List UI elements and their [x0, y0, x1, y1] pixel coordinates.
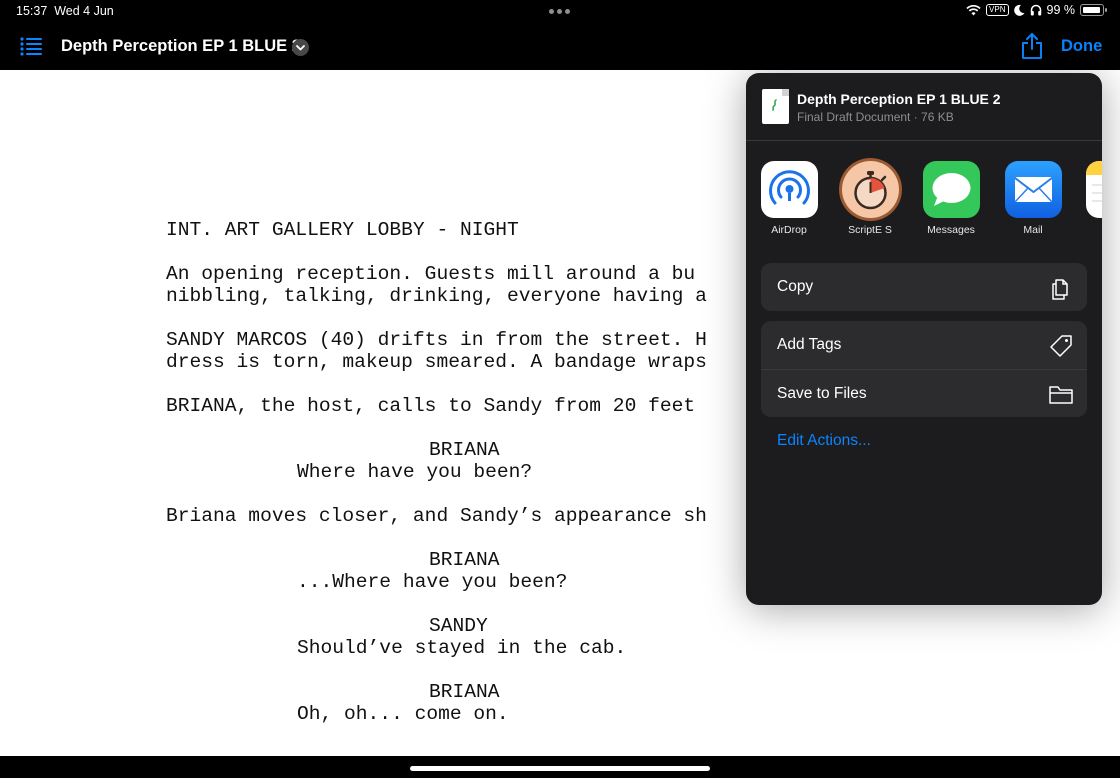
document-icon [762, 89, 789, 124]
headphones-icon [1030, 4, 1041, 16]
vpn-badge: VPN [986, 4, 1009, 16]
copy-group: Copy [761, 263, 1087, 311]
app-label: AirDrop [771, 224, 807, 236]
airdrop-icon [760, 161, 818, 218]
mail-icon [1004, 161, 1062, 218]
scene-heading: INT. ART GALLERY LOBBY - NIGHT [166, 219, 519, 241]
status-date: Wed 4 Jun [54, 4, 114, 18]
dialogue-line: Where have you been? [297, 461, 533, 483]
app-label: ScriptE S [848, 224, 892, 236]
done-button[interactable]: Done [1061, 37, 1102, 56]
file-meta: Final Draft Document · 76 KB [797, 110, 954, 124]
navigation-bar: Depth Perception EP 1 BLUE 2 Done [0, 24, 1120, 70]
character-name: BRIANA [429, 549, 500, 571]
copy-icon [1052, 279, 1068, 300]
moon-icon [1013, 4, 1024, 16]
save-to-files-label: Save to Files [777, 385, 867, 402]
document-title[interactable]: Depth Perception EP 1 BLUE 2 [61, 37, 301, 56]
share-icon[interactable] [1020, 32, 1044, 60]
character-name: BRIANA [429, 681, 500, 703]
app-airdrop[interactable]: AirDrop [754, 161, 824, 236]
stopwatch-icon [841, 161, 899, 218]
multitasking-dots-icon[interactable] [549, 9, 571, 15]
app-label: Messages [927, 224, 975, 236]
app-notes[interactable]: N [1079, 161, 1102, 236]
app-label: Mail [1023, 224, 1043, 236]
copy-action[interactable]: Copy [761, 263, 1087, 311]
share-sheet-header: Depth Perception EP 1 BLUE 2 Final Draft… [746, 73, 1102, 141]
notes-icon [1085, 161, 1102, 218]
action-line: BRIANA, the host, calls to Sandy from 20… [166, 395, 696, 417]
edit-actions-link[interactable]: Edit Actions... [777, 432, 871, 450]
dialogue-line: Should’ve stayed in the cab. [297, 637, 627, 659]
dialogue-line: ...Where have you been? [297, 571, 568, 593]
share-sheet: Depth Perception EP 1 BLUE 2 Final Draft… [746, 73, 1102, 605]
status-bar: 15:37 Wed 4 Jun VPN 99 % [0, 0, 1120, 24]
character-name: BRIANA [429, 439, 500, 461]
share-apps-row[interactable]: AirDrop ScriptE S Messages Mail [746, 141, 1102, 241]
action-line: An opening reception. Guests mill around… [166, 263, 696, 285]
add-tags-action[interactable]: Add Tags [761, 321, 1087, 369]
app-mail[interactable]: Mail [998, 161, 1068, 236]
action-line: SANDY MARCOS (40) drifts in from the str… [166, 329, 707, 351]
action-line: dress is torn, makeup smeared. A bandage… [166, 351, 707, 373]
app-label: N [1079, 224, 1102, 236]
app-messages[interactable]: Messages [916, 161, 986, 236]
status-time: 15:37 Wed 4 Jun [16, 4, 114, 18]
battery-icon [1080, 4, 1107, 16]
file-name: Depth Perception EP 1 BLUE 2 [797, 91, 1001, 107]
save-to-files-action[interactable]: Save to Files [761, 369, 1087, 417]
character-name: SANDY [429, 615, 488, 637]
status-clock: 15:37 [16, 4, 48, 18]
app-scripte[interactable]: ScriptE S [835, 161, 905, 236]
action-line: Briana moves closer, and Sandy’s appeara… [166, 505, 707, 527]
wifi-icon [966, 4, 981, 16]
chevron-down-icon[interactable] [292, 39, 309, 56]
messages-icon [922, 161, 980, 218]
file-actions-group: Add Tags Save to Files [761, 321, 1087, 417]
battery-percent: 99 % [1046, 3, 1076, 17]
add-tags-label: Add Tags [777, 336, 842, 353]
dialogue-line: Oh, oh... come on. [297, 703, 509, 725]
action-line: nibbling, talking, drinking, everyone ha… [166, 285, 707, 307]
folder-icon [1049, 386, 1073, 404]
status-indicators: VPN 99 % [966, 3, 1107, 17]
tag-icon [1050, 335, 1072, 357]
copy-label: Copy [777, 278, 814, 295]
home-indicator[interactable] [410, 766, 710, 771]
list-icon[interactable] [20, 36, 42, 56]
